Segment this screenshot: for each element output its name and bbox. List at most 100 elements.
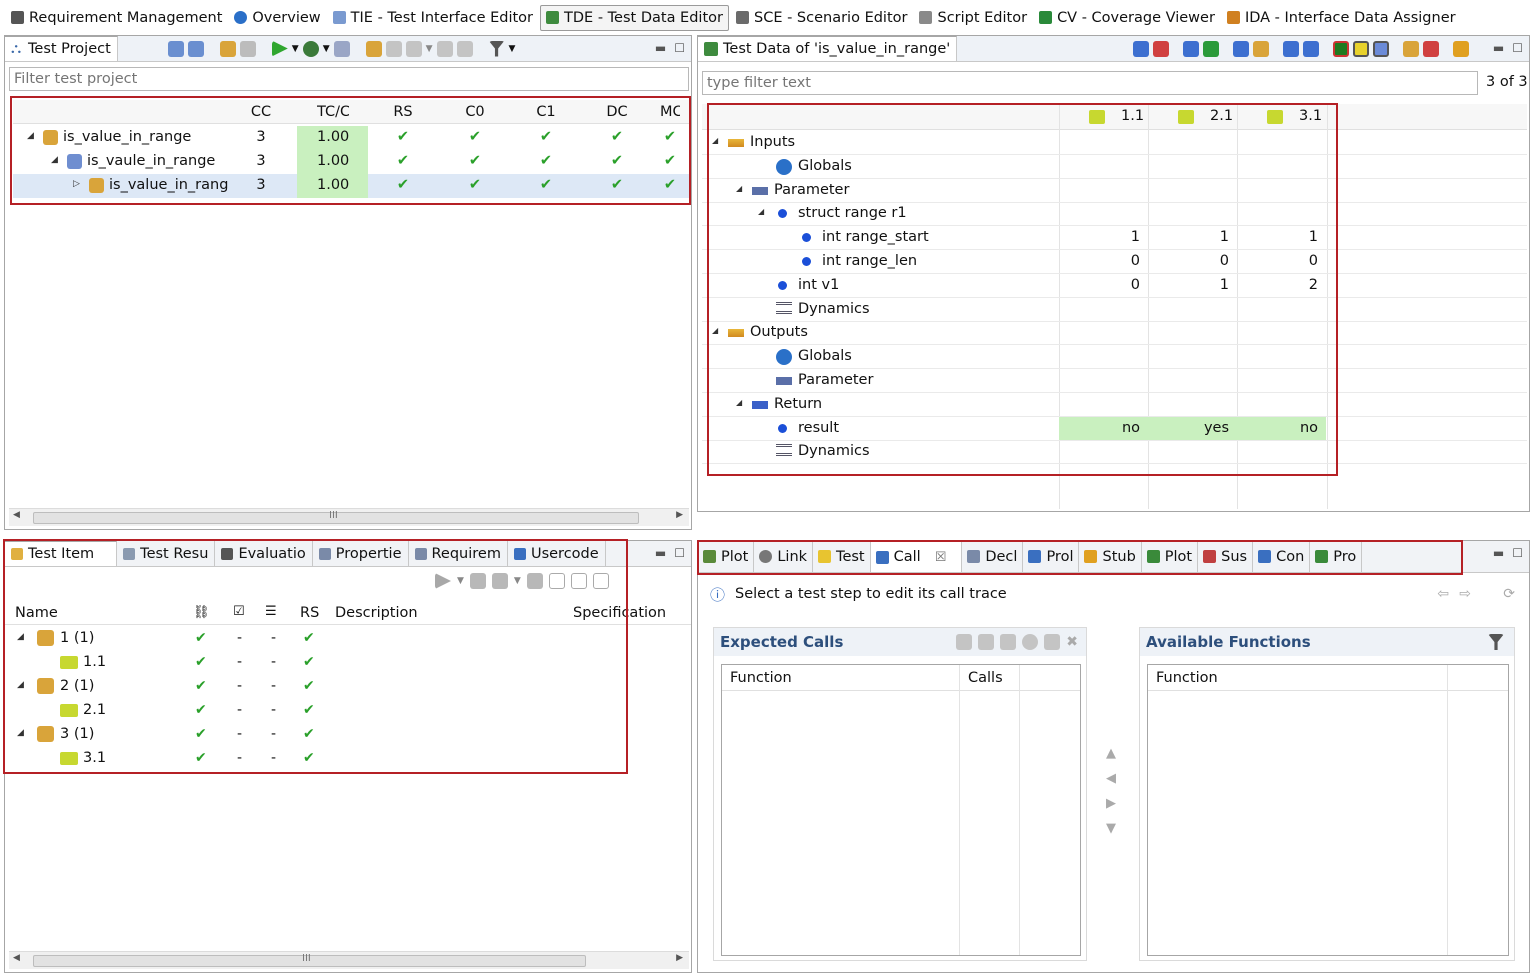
export-icon[interactable] <box>187 40 204 57</box>
minimize-icon[interactable]: ▬ <box>1493 41 1504 55</box>
scroll-left-icon[interactable]: ◀ <box>13 953 20 963</box>
test-data-value[interactable]: 1 <box>1237 226 1326 249</box>
view-blue-icon[interactable] <box>1373 40 1389 57</box>
expand-toggle-icon[interactable]: ◢ <box>736 184 742 193</box>
test-data-value[interactable] <box>1237 440 1326 463</box>
tab-con-9[interactable]: Con <box>1253 541 1311 572</box>
test-data-value[interactable] <box>1059 155 1148 178</box>
perspective-2[interactable]: TIE - Test Interface Editor <box>328 5 538 31</box>
project-filter-input[interactable] <box>9 67 689 91</box>
test-item-row[interactable]: ◢ 3 (1) ✔ - - ✔ <box>5 723 691 747</box>
test-data-value[interactable] <box>1237 202 1326 225</box>
test-data-value[interactable] <box>1059 440 1148 463</box>
tab-usercode[interactable]: Usercode <box>508 541 606 566</box>
tab-stub-6[interactable]: Stub <box>1079 541 1142 572</box>
test-data-value[interactable] <box>1148 440 1237 463</box>
test-data-value[interactable]: 2 <box>1237 274 1326 297</box>
move-down-arrow-icon[interactable]: ▼ <box>1106 821 1116 836</box>
view-yellow-icon[interactable] <box>1353 40 1369 57</box>
test-data-value[interactable]: no <box>1237 416 1326 440</box>
close-tab-icon[interactable]: ☒ <box>935 550 947 565</box>
move-left-arrow-icon[interactable]: ◀ <box>1106 771 1116 786</box>
scroll-left-icon[interactable]: ◀ <box>13 510 20 520</box>
perspective-3[interactable]: TDE - Test Data Editor <box>540 4 729 31</box>
expand-toggle-icon[interactable]: ◢ <box>736 398 742 407</box>
test-case-column-header[interactable]: 3.1 <box>1237 104 1326 130</box>
col-rs[interactable]: RS <box>300 605 319 621</box>
tab-test-2[interactable]: Test <box>813 541 871 572</box>
test-data-row[interactable]: Globals <box>702 155 1527 179</box>
tab-test-item[interactable]: Test Item <box>5 541 118 566</box>
clear-icon[interactable] <box>1423 40 1439 57</box>
remove-item-icon[interactable] <box>526 573 543 589</box>
delete-icon[interactable]: ✖ <box>1066 634 1078 650</box>
report-icon[interactable] <box>405 40 422 57</box>
test-data-value[interactable]: 0 <box>1059 274 1148 297</box>
col-specification[interactable]: Specification <box>573 605 666 621</box>
project-scroll-thumb[interactable]: III <box>33 510 639 524</box>
step-run-icon[interactable] <box>435 573 451 589</box>
col-function[interactable]: Function <box>730 670 792 686</box>
perspective-0[interactable]: Requirement Management <box>6 5 227 31</box>
project-tree-row[interactable]: ▷ is_value_in_rang 3 1.00 ✔ ✔ ✔ ✔ ✔ <box>13 174 691 198</box>
minimize-icon[interactable]: ▬ <box>1493 546 1504 560</box>
test-data-value[interactable] <box>1237 298 1326 321</box>
expand-toggle-icon[interactable]: ◢ <box>758 207 764 216</box>
test-data-value[interactable] <box>1148 202 1237 225</box>
search-icon[interactable] <box>219 40 236 57</box>
stop-icon[interactable] <box>1022 634 1039 650</box>
test-data-row[interactable]: ◢ Inputs <box>702 131 1527 155</box>
lock-icon[interactable] <box>436 40 453 57</box>
tab-evaluatio[interactable]: Evaluatio <box>215 541 313 566</box>
move-up-2-icon[interactable] <box>1203 40 1219 57</box>
test-data-value[interactable]: 1 <box>1148 226 1237 249</box>
maximize-icon[interactable]: ☐ <box>1512 41 1523 55</box>
test-data-value[interactable] <box>1148 345 1237 368</box>
test-data-value[interactable]: 0 <box>1148 250 1237 273</box>
perspective-7[interactable]: IDA - Interface Data Assigner <box>1222 5 1461 31</box>
expand-all-icon[interactable] <box>570 573 587 589</box>
expand-toggle-icon[interactable]: ◢ <box>27 131 34 141</box>
test-case-column-header[interactable]: 1.1 <box>1059 104 1148 130</box>
test-data-value[interactable] <box>1237 179 1326 202</box>
test-data-value[interactable] <box>1148 298 1237 321</box>
perspective-5[interactable]: Script Editor <box>914 5 1032 31</box>
test-data-value[interactable]: 1 <box>1059 226 1148 249</box>
tab-prol-5[interactable]: Prol <box>1023 541 1080 572</box>
filter-dropdown-icon[interactable]: ▼ <box>509 44 516 54</box>
col-rs[interactable]: RS <box>387 104 419 120</box>
run-icon[interactable] <box>271 40 288 57</box>
col-mc[interactable]: MC/ <box>660 104 680 120</box>
col-cc[interactable]: CC <box>245 104 277 120</box>
tab-call-3[interactable]: Call ☒ <box>870 541 963 572</box>
view-red-icon[interactable] <box>1333 40 1349 57</box>
tree-col-icon[interactable]: ☰ <box>265 604 277 619</box>
add-step-icon[interactable] <box>491 573 508 589</box>
status-col-icon[interactable]: ⛓ <box>193 605 210 620</box>
add-call-icon[interactable] <box>956 634 973 650</box>
test-data-row[interactable]: ◢ struct range r1 <box>702 202 1527 227</box>
step-run-dropdown-icon[interactable]: ▼ <box>457 576 464 586</box>
col-c0[interactable]: C0 <box>459 104 491 120</box>
test-item-row[interactable]: 3.1 ✔ - - ✔ <box>5 747 691 771</box>
maximize-icon[interactable]: ☐ <box>1512 546 1523 560</box>
move-down-2-icon[interactable] <box>1183 40 1199 57</box>
expand-toggle-icon[interactable]: ◢ <box>712 136 718 145</box>
copy-icon[interactable] <box>385 40 402 57</box>
globe-run-icon[interactable] <box>302 40 319 57</box>
test-data-value[interactable]: 1 <box>1148 274 1237 297</box>
test-data-value[interactable] <box>1237 369 1326 392</box>
perspective-6[interactable]: CV - Coverage Viewer <box>1034 5 1220 31</box>
test-data-value[interactable] <box>1237 321 1326 344</box>
col-description[interactable]: Description <box>335 605 418 621</box>
col-c1[interactable]: C1 <box>530 104 562 120</box>
tab-plot-0[interactable]: Plot <box>698 541 755 572</box>
test-item-row[interactable]: 1.1 ✔ - - ✔ <box>5 651 691 675</box>
tab-pro-10[interactable]: Pro <box>1310 541 1363 572</box>
move-up-icon[interactable] <box>1153 40 1169 57</box>
test-item-row[interactable]: ◢ 1 (1) ✔ - - ✔ <box>5 627 691 651</box>
tab-sus-8[interactable]: Sus <box>1198 541 1254 572</box>
col-tcc[interactable]: TC/C <box>317 104 349 120</box>
tab-propertie[interactable]: Propertie <box>313 541 409 566</box>
test-data-row[interactable]: Parameter <box>702 369 1527 393</box>
